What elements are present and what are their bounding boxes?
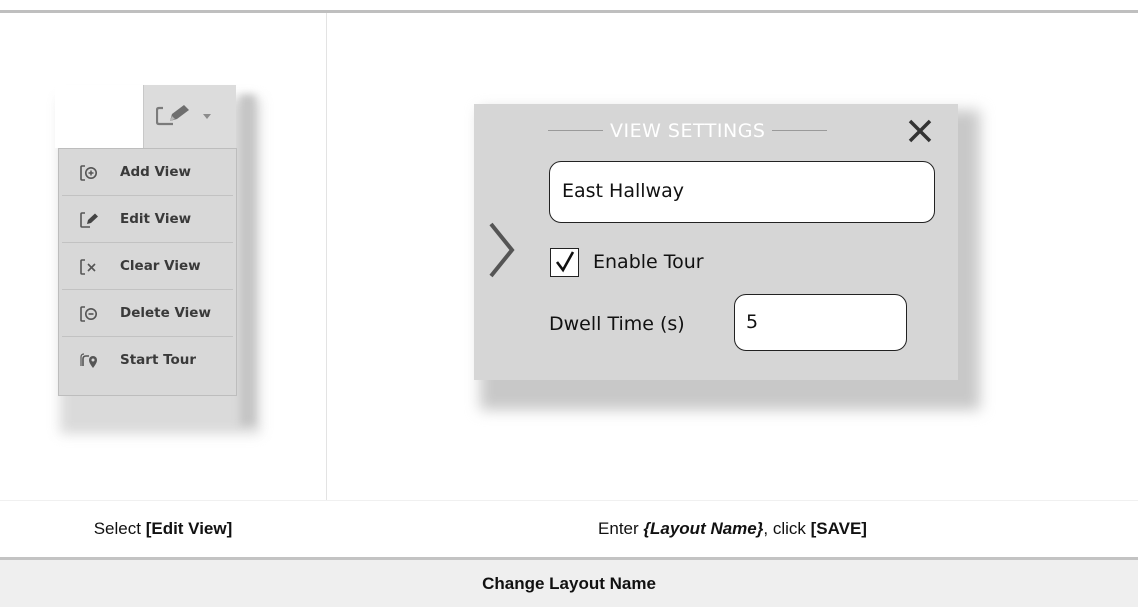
- chevron-down-icon: [203, 114, 211, 119]
- menu-item-delete-view[interactable]: Delete View: [62, 290, 233, 337]
- menu-item-label: Edit View: [120, 211, 192, 227]
- caption-right: Enter {Layout Name}, click [SAVE]: [327, 501, 1138, 557]
- dropdown-shadow-edge: [240, 95, 255, 425]
- caption-right-middle: , click: [763, 519, 811, 538]
- footer: Change Layout Name: [0, 560, 1138, 607]
- caption-right-bold: [SAVE]: [810, 519, 867, 538]
- footer-title: Change Layout Name: [482, 574, 656, 593]
- checkmark-icon: [555, 251, 575, 273]
- menu-item-label: Start Tour: [120, 352, 197, 368]
- chevron-right-icon[interactable]: [488, 221, 516, 279]
- close-icon[interactable]: [906, 117, 934, 145]
- view-settings-panel: VIEW SETTINGS East Hallway Enable Tour D…: [474, 104, 958, 380]
- menu-item-add-view[interactable]: Add View: [62, 149, 233, 196]
- column-divider: [326, 13, 327, 561]
- delete-view-icon: [80, 306, 97, 322]
- menu-item-label: Clear View: [120, 258, 201, 274]
- clear-view-icon: [80, 259, 96, 275]
- caption-left-text: Select: [93, 519, 146, 538]
- view-settings-title: VIEW SETTINGS: [548, 116, 878, 144]
- enable-tour-label: Enable Tour: [593, 251, 704, 273]
- add-view-icon: [80, 165, 97, 181]
- edit-view-icon: [156, 105, 189, 126]
- caption-left-bold: [Edit View]: [145, 519, 233, 538]
- menu-item-start-tour[interactable]: Start Tour: [62, 337, 233, 384]
- menu-item-clear-view[interactable]: Clear View: [62, 243, 233, 290]
- edit-view-icon: [80, 212, 98, 228]
- edit-dropdown-button[interactable]: [143, 85, 236, 148]
- caption-row: Select [Edit View] Enter {Layout Name}, …: [0, 501, 1138, 557]
- top-border: [0, 10, 1138, 13]
- view-dropdown-menu: Add View Edit View Clear View Delete Vie…: [58, 148, 237, 396]
- title-rule-left: [548, 130, 603, 131]
- view-name-input[interactable]: East Hallway: [549, 161, 935, 223]
- caption-right-placeholder: {Layout Name}: [643, 519, 764, 538]
- dwell-time-label: Dwell Time (s): [549, 313, 685, 335]
- enable-tour-checkbox[interactable]: [550, 248, 579, 277]
- dropdown-top-blank: [55, 85, 143, 148]
- caption-right-text: Enter: [598, 519, 644, 538]
- menu-item-label: Add View: [120, 164, 191, 180]
- menu-item-edit-view[interactable]: Edit View: [62, 196, 233, 243]
- dwell-time-input[interactable]: 5: [734, 294, 907, 351]
- menu-item-label: Delete View: [120, 305, 211, 321]
- caption-left: Select [Edit View]: [0, 501, 326, 557]
- view-settings-title-text: VIEW SETTINGS: [610, 119, 766, 142]
- title-rule-right: [772, 130, 828, 131]
- start-tour-icon: [80, 353, 97, 368]
